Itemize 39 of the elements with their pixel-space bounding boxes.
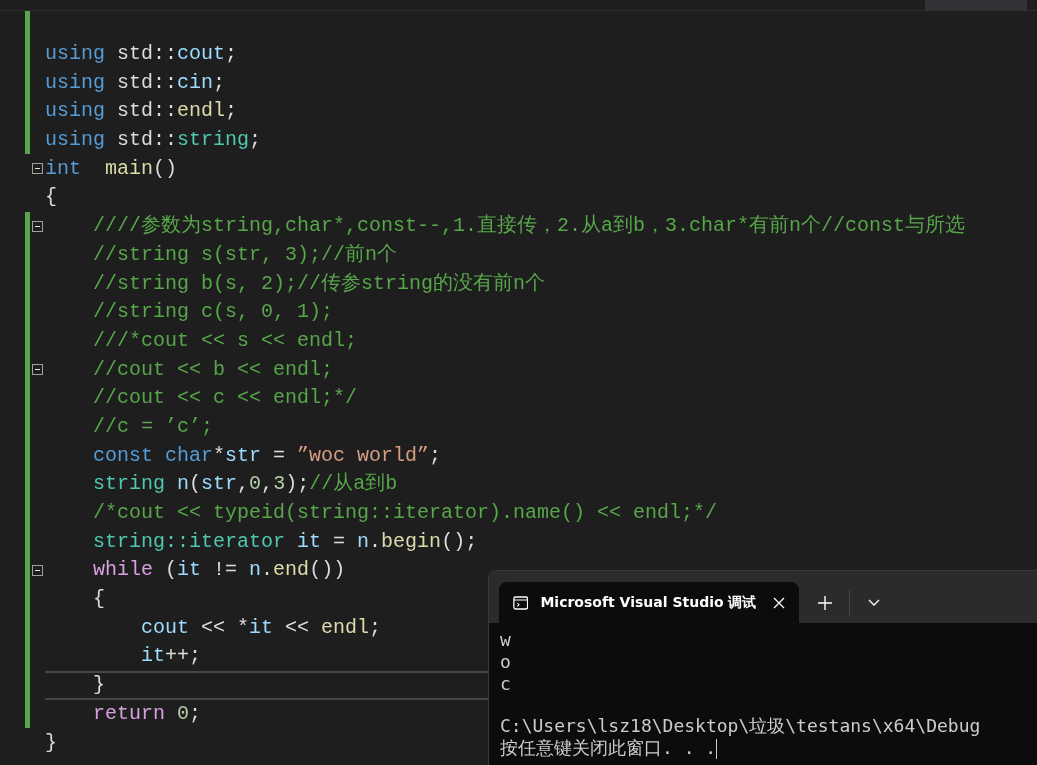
- code-line: it++;: [140, 643, 202, 670]
- code-line: using std::string;: [45, 127, 262, 154]
- code-line: ///*cout << s << endl;: [92, 327, 358, 354]
- code-line: {: [45, 184, 57, 211]
- collapse-icon[interactable]: [32, 564, 43, 576]
- plus-icon[interactable]: [818, 595, 832, 610]
- code-line: using std::cout;: [45, 41, 238, 68]
- code-line: int main(): [45, 155, 178, 182]
- code-line: //cout << c << endl;*/: [92, 385, 358, 412]
- code-line: return 0;: [92, 700, 202, 727]
- terminal-icon: [513, 594, 529, 611]
- code-line: /*cout << typeid(string::iterator).name() << endl;*/: [92, 500, 718, 527]
- code-line: ////参数为string,char*,const--,1.直接传，2.从a到b，3.char*有前n个//const与所选: [92, 213, 966, 240]
- code-line: //string s(str, 3);//前n个: [92, 241, 398, 268]
- collapse-icon[interactable]: [32, 364, 43, 376]
- code-line: }: [92, 672, 105, 699]
- code-line: //c = ’c’;: [92, 413, 214, 440]
- code-line: string n(str,0,3);//从a到b: [92, 471, 398, 498]
- code-line: cout << *it << endl;: [140, 614, 382, 641]
- output-line: c: [500, 673, 511, 695]
- code-line: using std::cin;: [45, 69, 226, 96]
- code-line: using std::endl;: [45, 98, 238, 125]
- output-line: o: [500, 651, 511, 673]
- code-line: //cout << b << endl;: [92, 356, 334, 383]
- terminal-tab[interactable]: Microsoft Visual Studio 调试: [499, 582, 799, 623]
- output-line: w: [500, 629, 511, 651]
- collapse-icon[interactable]: [32, 163, 43, 175]
- collapse-icon[interactable]: [32, 220, 43, 232]
- chevron-down-icon[interactable]: [868, 598, 880, 607]
- code-line: //string b(s, 2);//传参string的没有前n个: [92, 270, 546, 297]
- code-line: }: [45, 729, 57, 756]
- close-icon[interactable]: [772, 596, 785, 609]
- code-line: const char*str = ”woc world”;: [92, 442, 442, 469]
- code-line: //string c(s, 0, 1);: [92, 299, 334, 326]
- code-line: string::iterator it = n.begin();: [92, 528, 478, 555]
- output-line: C:\Users\lsz18\Desktop\垃圾\testans\x64\Debug: [500, 715, 981, 737]
- code-line: {: [92, 586, 105, 613]
- code-line: while (it != n.end()): [92, 557, 346, 584]
- output-line: 按任意键关闭此窗口. . .: [500, 737, 718, 759]
